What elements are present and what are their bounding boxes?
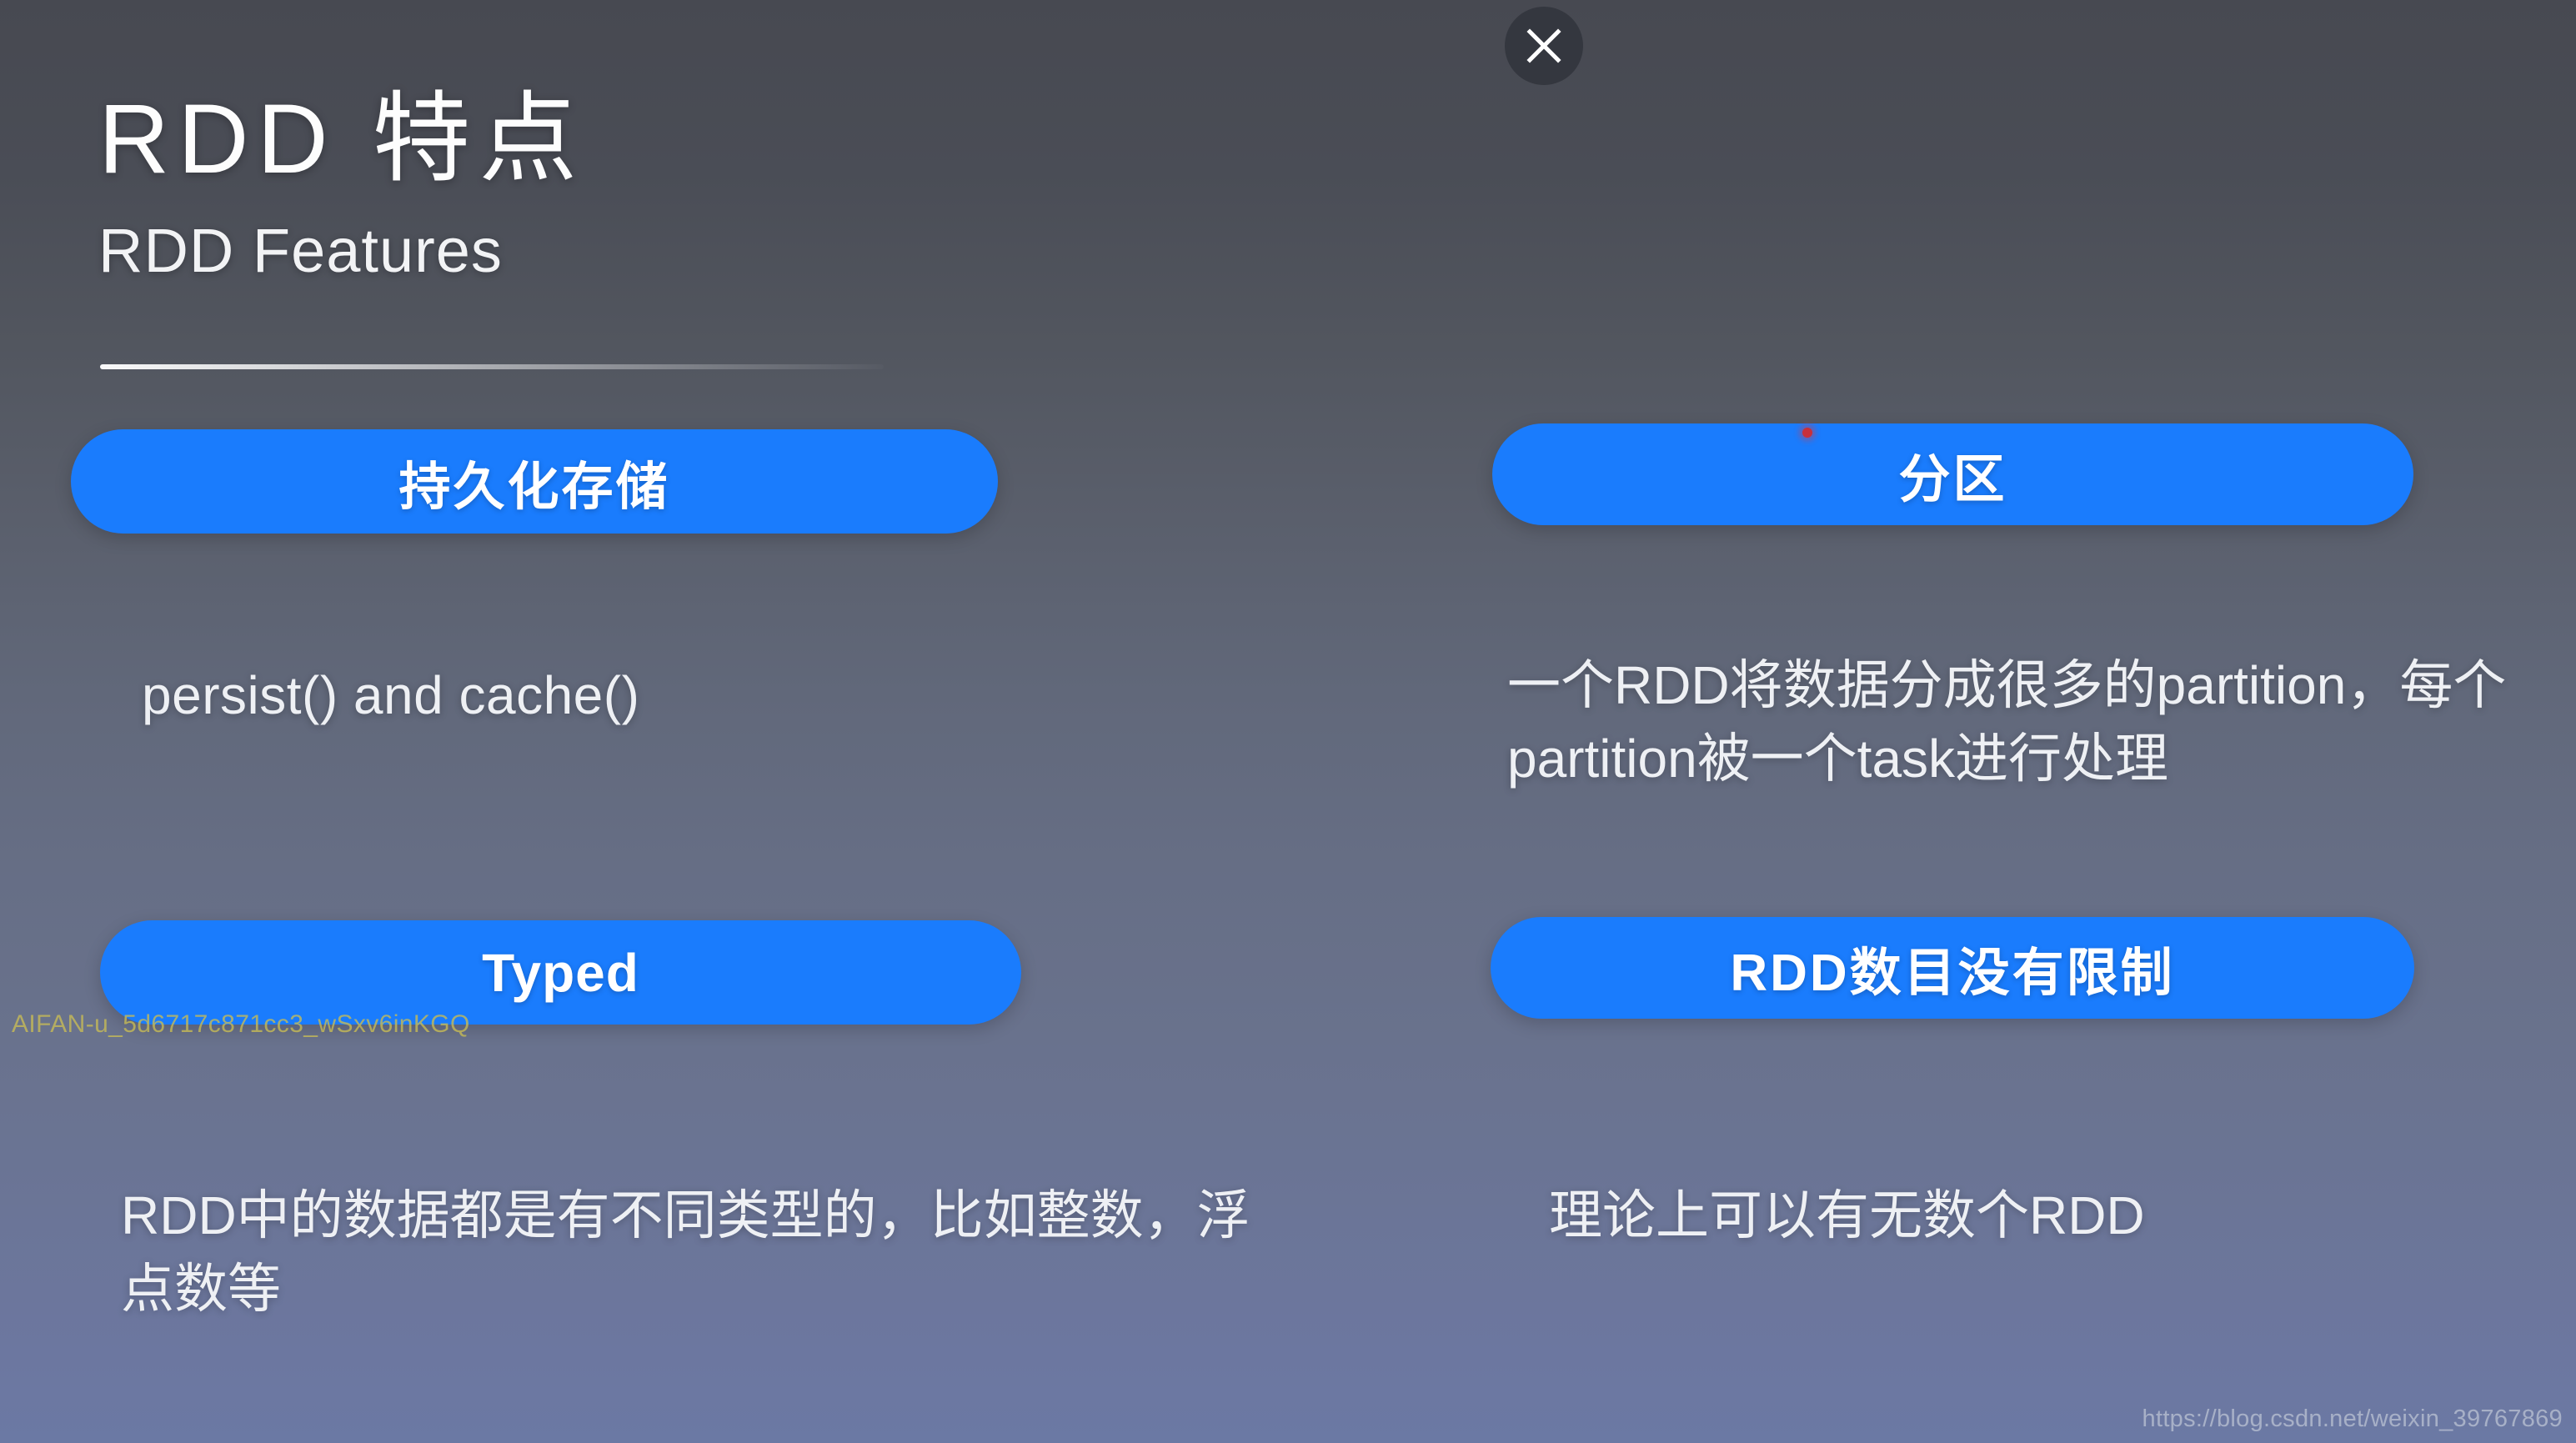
feature-pill-label: RDD数目没有限制 bbox=[1730, 944, 2175, 1002]
page-title: RDD 特点 bbox=[98, 84, 586, 194]
cursor-marker-dot bbox=[1802, 428, 1812, 438]
feature-description-persist: persist() and cache() bbox=[142, 665, 640, 725]
close-icon bbox=[1525, 27, 1563, 65]
slide-canvas: RDD 特点 RDD Features 持久化存储 persist() and … bbox=[0, 0, 2576, 1443]
feature-pill-persist[interactable]: 持久化存储 bbox=[71, 429, 998, 534]
feature-pill-label: 分区 bbox=[1898, 451, 2007, 509]
feature-pill-partition[interactable]: 分区 bbox=[1492, 423, 2413, 525]
feature-description-typed: RDD中的数据都是有不同类型的，比如整数，浮点数等 bbox=[121, 1185, 1250, 1320]
close-button[interactable] bbox=[1505, 7, 1583, 85]
slide-heading: RDD 特点 RDD Features bbox=[98, 80, 1349, 284]
feature-pill-unlimited[interactable]: RDD数目没有限制 bbox=[1491, 917, 2414, 1019]
feature-pill-label: Typed bbox=[482, 942, 639, 1003]
page-subtitle: RDD Features bbox=[98, 215, 503, 285]
feature-description-partition: 一个RDD将数据分成很多的partition，每个partition被一个tas… bbox=[1507, 655, 2507, 789]
feature-pill-typed[interactable]: Typed bbox=[100, 920, 1021, 1025]
feature-description-unlimited: 理论上可以有无数个RDD bbox=[1549, 1185, 2145, 1245]
watermark-source-url: https://blog.csdn.net/weixin_39767869 bbox=[2142, 1405, 2563, 1432]
feature-pill-label: 持久化存储 bbox=[398, 458, 670, 516]
heading-divider bbox=[100, 364, 884, 369]
watermark-user-id: AIFAN-u_5d6717c871cc3_wSxv6inKGQ bbox=[12, 1010, 470, 1038]
